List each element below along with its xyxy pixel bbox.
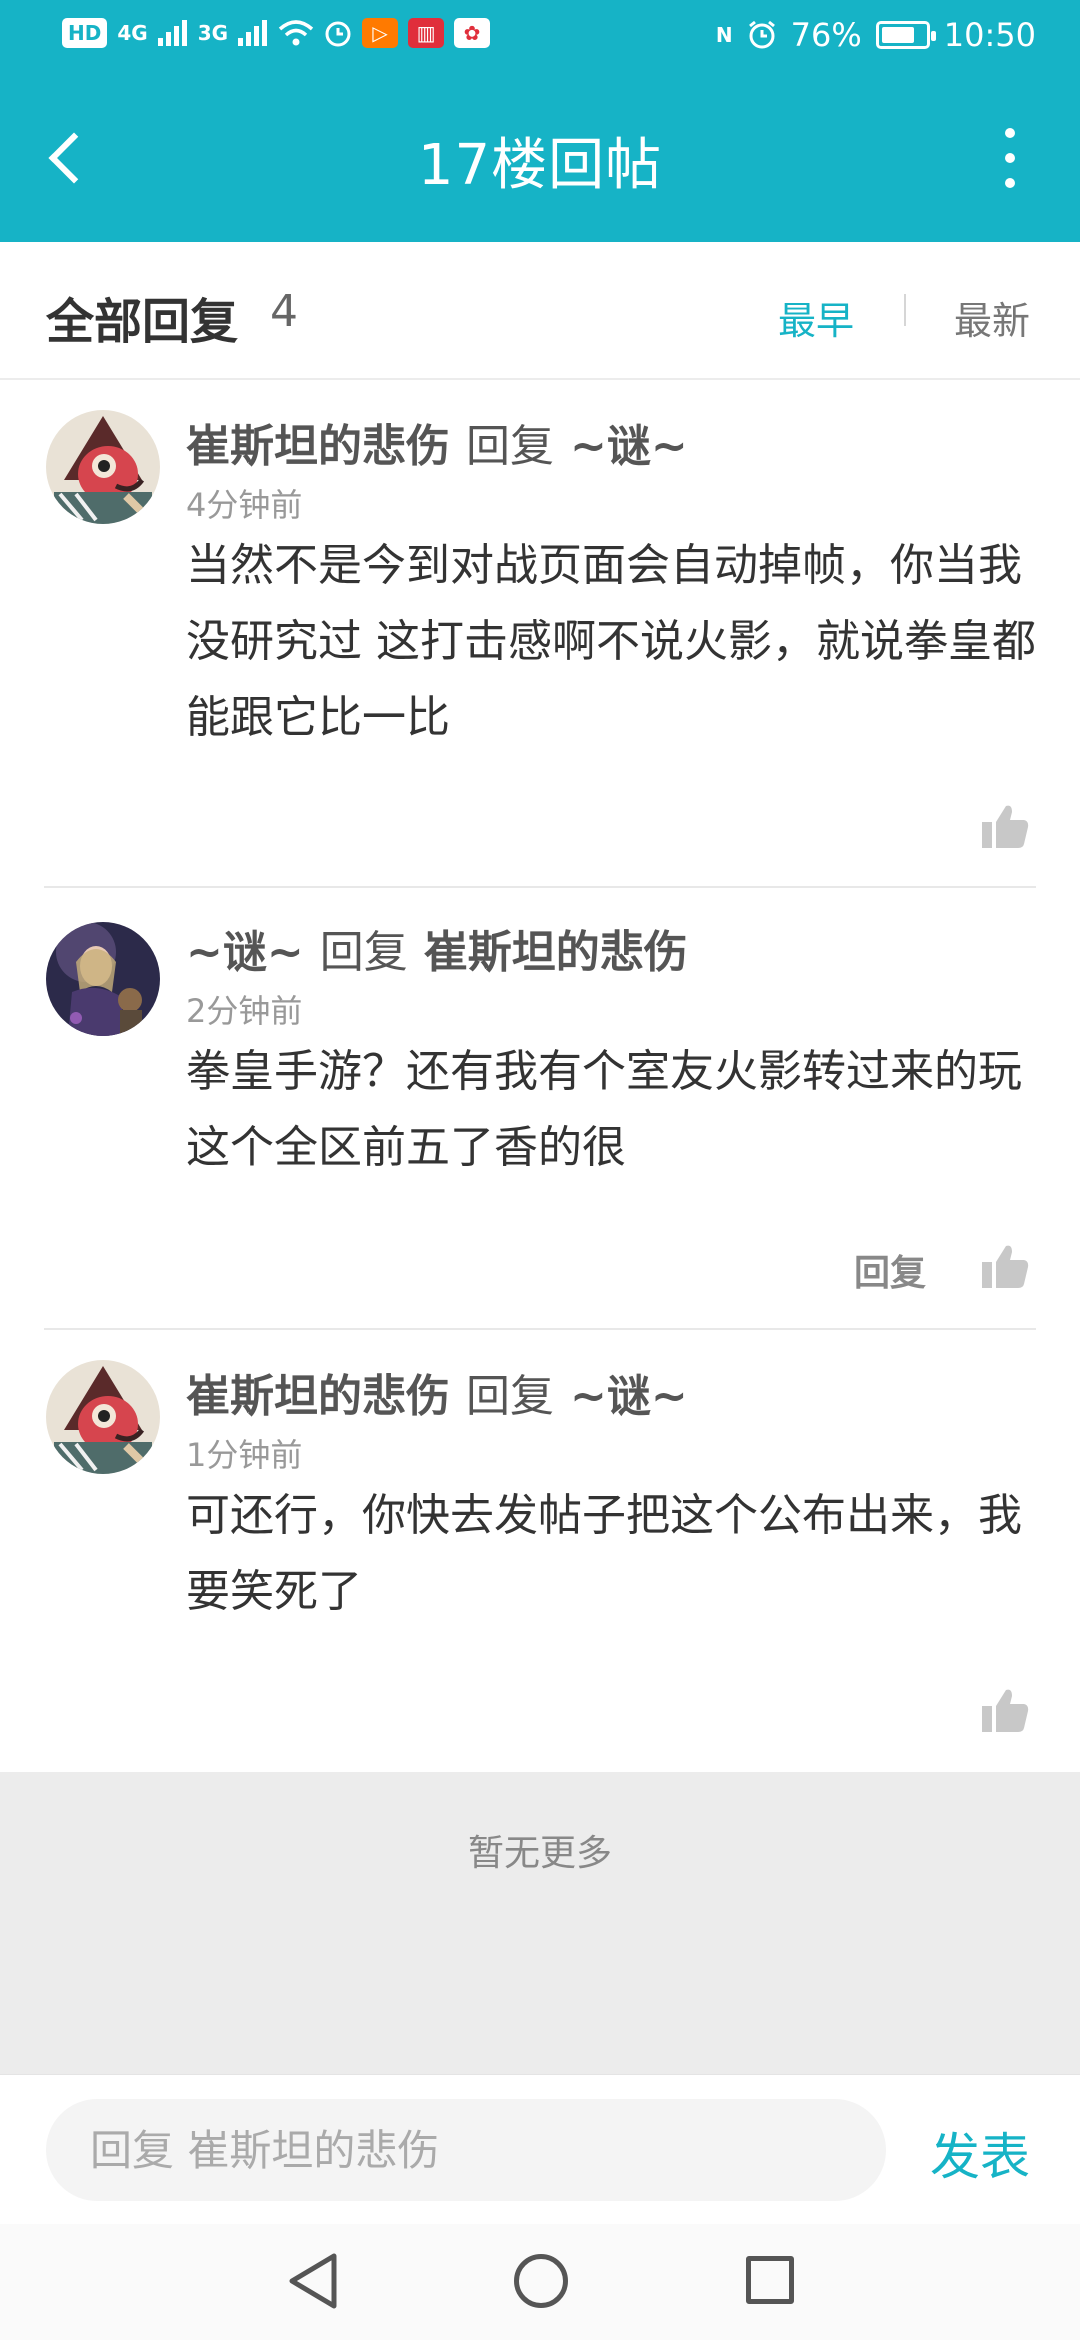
avatar[interactable]: [46, 922, 160, 1036]
battery-percent: 76%: [790, 16, 862, 54]
nfc-icon: N: [715, 23, 733, 47]
comment-item: 崔斯坦的悲伤 回复 ~谜~ 4分钟前 当然不是今到对战页面会自动掉帧，你当我没研究过…: [0, 380, 1080, 888]
comment-body: 当然不是今到对战页面会自动掉帧，你当我没研究过 这打击感啊不说火影，就说拳皇都能…: [186, 540, 1036, 743]
thumbs-up-icon[interactable]: [980, 802, 1030, 852]
status-right: N 76% 10:50: [716, 16, 1036, 54]
signal-icon: [238, 20, 268, 46]
comment-time: 2分钟前: [186, 992, 303, 1030]
sort-divider: [904, 294, 906, 326]
comment-body: 可还行，你快去发帖子把这个公布出来，我要笑死了: [186, 1490, 1022, 1617]
sort-earliest-tab[interactable]: 最早: [778, 290, 854, 345]
avatar[interactable]: [46, 1360, 160, 1474]
nav-recent-apps-icon[interactable]: [746, 2256, 794, 2304]
replies-header: 全部回复 4 最早 最新: [0, 242, 1080, 380]
page-title: 17楼回帖: [417, 133, 663, 198]
reply-verb: 回复: [466, 421, 554, 472]
comment-author-line: ~谜~ 回复 崔斯坦的悲伤: [186, 916, 688, 980]
timer-icon: [325, 21, 351, 47]
more-options-icon[interactable]: [1000, 128, 1020, 188]
app-header: 17楼回帖: [0, 72, 1080, 242]
end-of-list-area: 暂无更多: [0, 1772, 1080, 2074]
battery-fill: [881, 27, 914, 43]
reply-input[interactable]: [46, 2099, 886, 2201]
comment-body: 拳皇手游？还有我有个室友火影转过来的玩这个全区前五了香的很: [186, 1046, 1022, 1173]
compose-bar: 发表: [0, 2074, 1080, 2224]
replies-count: 4: [270, 286, 298, 337]
thumbs-up-icon[interactable]: [980, 1686, 1030, 1736]
comment-author[interactable]: 崔斯坦的悲伤: [186, 1371, 450, 1422]
comment-author-line: 崔斯坦的悲伤 回复 ~谜~: [186, 1360, 688, 1424]
clock: 10:50: [943, 16, 1036, 54]
reply-verb: 回复: [466, 1371, 554, 1422]
nav-home-icon[interactable]: [514, 2254, 568, 2308]
status-bar: HD 4G 3G ▷ ▥ ✿ N 76% 10:50: [0, 0, 1080, 72]
battery-icon: [875, 21, 936, 49]
avatar-image: [46, 410, 160, 524]
nav-back-icon[interactable]: [286, 2252, 340, 2310]
book-app-icon: ▥: [408, 18, 445, 48]
wifi-icon: [278, 20, 314, 46]
comment-item: 崔斯坦的悲伤 回复 ~谜~ 1分钟前 可还行，你快去发帖子把这个公布出来，我要笑死了: [0, 1330, 1080, 1772]
alarm-icon: [748, 20, 775, 49]
sort-latest-tab[interactable]: 最新: [954, 290, 1030, 345]
comment-author-line: 崔斯坦的悲伤 回复 ~谜~: [186, 410, 688, 474]
app-notification-icon: ▷: [362, 18, 399, 48]
comment-item: ~谜~ 回复 崔斯坦的悲伤 2分钟前 拳皇手游？还有我有个室友火影转过来的玩这个全区…: [0, 888, 1080, 1330]
comment-author[interactable]: ~谜~: [186, 927, 304, 978]
comment-time: 4分钟前: [186, 486, 303, 524]
status-left: HD 4G 3G ▷ ▥ ✿: [62, 18, 491, 48]
reply-verb: 回复: [319, 927, 408, 978]
network-4g-label: 4G: [117, 21, 148, 45]
avatar[interactable]: [46, 410, 160, 524]
reply-button[interactable]: 回复: [854, 1244, 926, 1296]
reply-target[interactable]: 崔斯坦的悲伤: [424, 927, 688, 978]
game-app-icon: ✿: [454, 18, 491, 48]
reply-target[interactable]: ~谜~: [570, 1371, 688, 1422]
hd-indicator: HD: [62, 18, 108, 48]
avatar-image: [46, 1360, 160, 1474]
no-more-text: 暂无更多: [467, 1833, 612, 1874]
thumbs-up-icon[interactable]: [980, 1242, 1030, 1292]
send-button[interactable]: 发表: [930, 2117, 1030, 2189]
replies-title: 全部回复: [46, 294, 239, 350]
comment-time: 1分钟前: [186, 1436, 303, 1474]
reply-target[interactable]: ~谜~: [570, 421, 688, 472]
system-nav-bar: [0, 2224, 1080, 2340]
network-3g-label: 3G: [197, 21, 229, 45]
signal-icon: [157, 20, 187, 46]
comment-author[interactable]: 崔斯坦的悲伤: [186, 421, 450, 472]
avatar-image: [46, 922, 160, 1036]
